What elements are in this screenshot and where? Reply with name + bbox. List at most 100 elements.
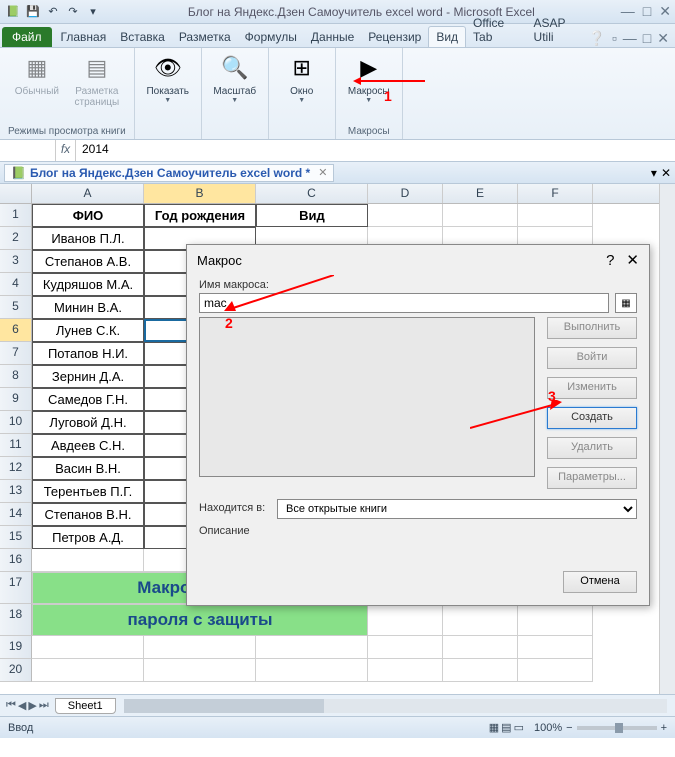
- sheet-last-icon[interactable]: ⏭: [39, 699, 49, 712]
- tab-layout[interactable]: Разметка: [172, 27, 238, 47]
- cell[interactable]: [144, 659, 256, 682]
- cell[interactable]: Год рождения: [144, 204, 256, 227]
- cell[interactable]: Лунев С.К.: [32, 319, 144, 342]
- row-header[interactable]: 16: [0, 549, 32, 572]
- tab-insert[interactable]: Вставка: [113, 27, 172, 47]
- options-button[interactable]: Параметры...: [547, 467, 637, 489]
- view-layout-icon[interactable]: ▤: [501, 721, 511, 734]
- view-break-icon[interactable]: ▭: [514, 721, 524, 734]
- cancel-button[interactable]: Отмена: [563, 571, 637, 593]
- macros-button[interactable]: ▶ Макросы ▼: [344, 52, 394, 104]
- row-header[interactable]: 2: [0, 227, 32, 250]
- select-all-corner[interactable]: [0, 184, 32, 203]
- cell[interactable]: [32, 636, 144, 659]
- minimize-icon[interactable]: —: [621, 3, 635, 20]
- cell[interactable]: Авдеев С.Н.: [32, 434, 144, 457]
- tab-review[interactable]: Рецензир: [361, 27, 428, 47]
- cell[interactable]: [518, 659, 593, 682]
- cell[interactable]: Вид: [256, 204, 368, 227]
- cell[interactable]: [518, 604, 593, 636]
- cell[interactable]: Кудряшов М.А.: [32, 273, 144, 296]
- sheet-first-icon[interactable]: ⏮: [6, 699, 16, 712]
- create-button[interactable]: Создать: [547, 407, 637, 429]
- sheet-tab[interactable]: Sheet1: [55, 698, 116, 714]
- col-header-e[interactable]: E: [443, 184, 518, 203]
- ribbon-restore-icon[interactable]: □: [643, 30, 651, 47]
- zoom-out-icon[interactable]: −: [566, 722, 572, 734]
- cell[interactable]: [443, 604, 518, 636]
- cell[interactable]: Самедов Г.Н.: [32, 388, 144, 411]
- zoom-in-icon[interactable]: +: [661, 722, 667, 734]
- step-button[interactable]: Войти: [547, 347, 637, 369]
- vertical-scrollbar[interactable]: [659, 184, 675, 694]
- cell[interactable]: [32, 659, 144, 682]
- doctab-close-icon[interactable]: ✕: [661, 166, 671, 180]
- row-header[interactable]: 14: [0, 503, 32, 526]
- page-layout-button[interactable]: ▤ Разметка страницы: [72, 52, 122, 108]
- row-header[interactable]: 1: [0, 204, 32, 227]
- tab-home[interactable]: Главная: [54, 27, 114, 47]
- cell[interactable]: Иванов П.Л.: [32, 227, 144, 250]
- cell[interactable]: Степанов В.Н.: [32, 503, 144, 526]
- save-icon[interactable]: 💾: [24, 3, 42, 21]
- close-icon[interactable]: ✕: [659, 3, 671, 20]
- cell[interactable]: [368, 659, 443, 682]
- col-header-b[interactable]: B: [144, 184, 256, 203]
- doctab-dropdown-icon[interactable]: ▾: [651, 166, 657, 180]
- zoom-level[interactable]: 100%: [534, 722, 562, 734]
- document-tab[interactable]: 📗 Блог на Яндекс.Дзен Самоучитель excel …: [4, 164, 334, 182]
- cell[interactable]: Минин В.А.: [32, 296, 144, 319]
- formula-input[interactable]: 2014: [76, 140, 675, 161]
- maximize-icon[interactable]: □: [643, 3, 651, 20]
- cell[interactable]: ФИО: [32, 204, 144, 227]
- show-button[interactable]: 👁 Показать ▼: [143, 52, 193, 104]
- cell[interactable]: Зернин Д.А.: [32, 365, 144, 388]
- merged-cell[interactable]: пароля с защиты: [32, 604, 368, 636]
- delete-button[interactable]: Удалить: [547, 437, 637, 459]
- row-header[interactable]: 20: [0, 659, 32, 682]
- fx-icon[interactable]: fx: [56, 140, 76, 161]
- cell[interactable]: [518, 636, 593, 659]
- row-header[interactable]: 10: [0, 411, 32, 434]
- cell[interactable]: [368, 604, 443, 636]
- col-header-a[interactable]: A: [32, 184, 144, 203]
- reference-icon[interactable]: ▦: [615, 293, 637, 313]
- run-button[interactable]: Выполнить: [547, 317, 637, 339]
- cell[interactable]: [256, 636, 368, 659]
- tab-formulas[interactable]: Формулы: [238, 27, 304, 47]
- redo-icon[interactable]: ↷: [64, 3, 82, 21]
- tab-officetab[interactable]: Office Tab: [466, 13, 527, 47]
- cell[interactable]: [368, 204, 443, 227]
- row-header[interactable]: 18: [0, 604, 32, 636]
- cell[interactable]: Петров А.Д.: [32, 526, 144, 549]
- tab-view[interactable]: Вид: [428, 26, 466, 47]
- row-header[interactable]: 4: [0, 273, 32, 296]
- row-header[interactable]: 12: [0, 457, 32, 480]
- row-header[interactable]: 9: [0, 388, 32, 411]
- col-header-d[interactable]: D: [368, 184, 443, 203]
- cell[interactable]: [443, 204, 518, 227]
- sheet-next-icon[interactable]: ▶: [28, 699, 36, 712]
- cell[interactable]: [144, 636, 256, 659]
- name-box[interactable]: [0, 140, 56, 161]
- row-header[interactable]: 15: [0, 526, 32, 549]
- cell[interactable]: [256, 659, 368, 682]
- edit-button[interactable]: Изменить: [547, 377, 637, 399]
- location-select[interactable]: Все открытые книги: [277, 499, 637, 519]
- ribbon-close-icon[interactable]: ✕: [657, 30, 669, 47]
- cell[interactable]: Терентьев П.Г.: [32, 480, 144, 503]
- row-header[interactable]: 3: [0, 250, 32, 273]
- dialog-titlebar[interactable]: Макрос ? ✕: [187, 245, 649, 275]
- doc-close-icon[interactable]: ✕: [318, 166, 327, 179]
- row-header[interactable]: 19: [0, 636, 32, 659]
- cell[interactable]: [32, 549, 144, 572]
- cell[interactable]: [368, 636, 443, 659]
- col-header-f[interactable]: F: [518, 184, 593, 203]
- tab-file[interactable]: Файл: [2, 27, 52, 47]
- sheet-prev-icon[interactable]: ◀: [18, 699, 26, 712]
- normal-view-button[interactable]: ▦ Обычный: [12, 52, 62, 97]
- qat-dropdown-icon[interactable]: ▾: [84, 3, 102, 21]
- cell[interactable]: [443, 636, 518, 659]
- row-header[interactable]: 11: [0, 434, 32, 457]
- cell[interactable]: Васин В.Н.: [32, 457, 144, 480]
